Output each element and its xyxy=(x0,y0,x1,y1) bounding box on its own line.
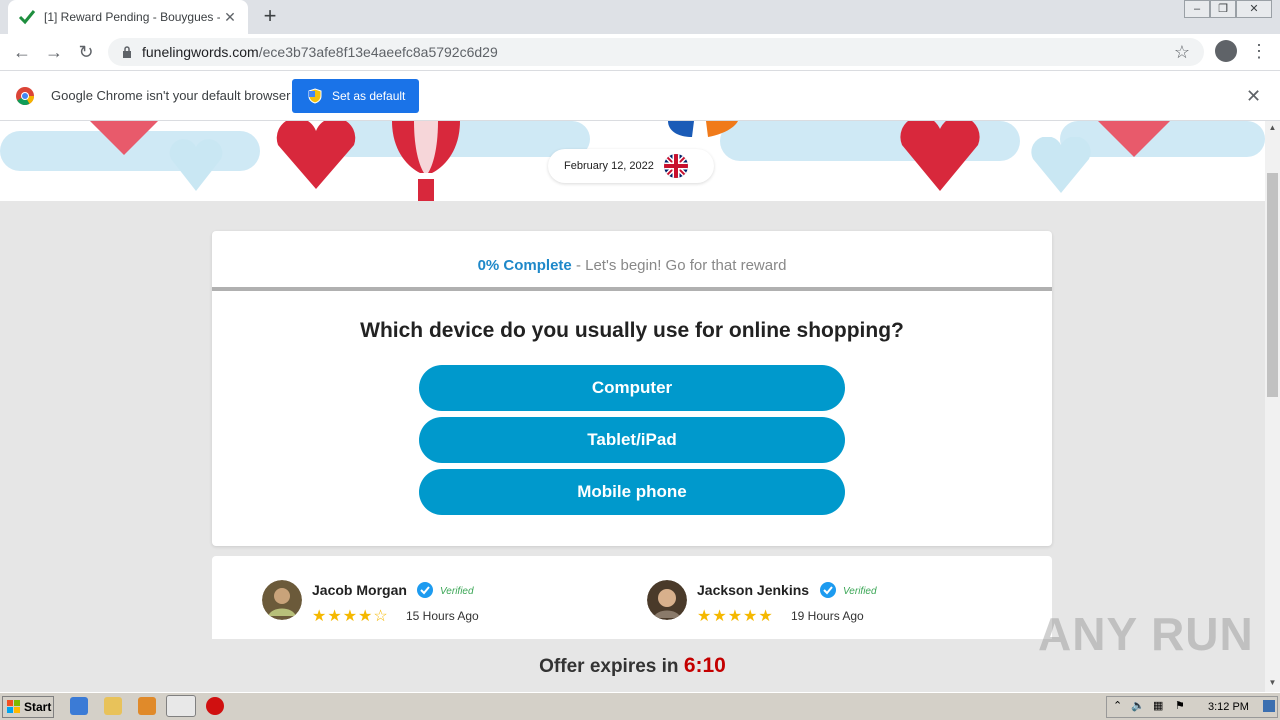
progress-header: 0% Complete - Let's begin! Go for that r… xyxy=(212,231,1052,289)
survey-card: 0% Complete - Let's begin! Go for that r… xyxy=(212,231,1052,546)
verified-label: Verified xyxy=(843,586,877,597)
date-pill: February 12, 2022 xyxy=(548,149,714,183)
media-player-icon[interactable] xyxy=(138,697,156,715)
chrome-logo-icon xyxy=(16,87,34,105)
progress-percent-label: 0% Complete xyxy=(477,257,572,274)
star-icon: ★ xyxy=(697,608,713,625)
url-path: /ece3b73afe8f13e4aeefc8a5792c6d29 xyxy=(258,44,498,60)
internet-explorer-icon[interactable] xyxy=(70,697,88,715)
infobar-text: Google Chrome isn't your default browser xyxy=(51,88,291,103)
window-close-icon[interactable]: ✕ xyxy=(1236,0,1272,18)
verified-badge-icon xyxy=(820,582,836,598)
scroll-down-icon[interactable]: ▼ xyxy=(1265,676,1280,690)
start-button[interactable]: Start xyxy=(2,696,54,718)
system-tray: ⌃ 🔈 ▦ ⚑ xyxy=(1106,696,1278,718)
scrollbar-thumb[interactable] xyxy=(1267,173,1278,397)
tab-close-icon[interactable]: ✕ xyxy=(222,9,238,26)
verified-badge-icon xyxy=(417,582,433,598)
warning-app-icon[interactable] xyxy=(206,697,224,715)
heart-icon xyxy=(90,121,158,155)
star-icon: ★ xyxy=(342,608,359,625)
tray-expand-icon[interactable]: ⌃ xyxy=(1113,699,1122,712)
review-time: 15 Hours Ago xyxy=(406,609,479,623)
scroll-up-icon[interactable]: ▲ xyxy=(1265,121,1280,135)
star-icon: ★ xyxy=(358,608,374,625)
back-icon[interactable]: ← xyxy=(10,40,34,64)
volume-icon[interactable]: 🔈 xyxy=(1131,699,1145,712)
survey-question: Which device do you usually use for onli… xyxy=(360,319,904,342)
star-icon: ★ xyxy=(712,608,728,625)
heart-icon xyxy=(276,121,356,189)
anyrun-watermark: ANY RUN xyxy=(1038,608,1254,660)
review-item: Jackson Jenkins Verified ★★★★★ 19 Hours … xyxy=(647,580,1007,626)
shield-icon xyxy=(308,88,322,104)
brand-logo-icon xyxy=(668,121,738,137)
avatar xyxy=(647,580,687,620)
bookmark-star-icon[interactable]: ☆ xyxy=(1174,42,1190,63)
star-rating: ★★★★☆ xyxy=(312,606,389,626)
windows-logo-icon xyxy=(7,700,20,713)
avatar xyxy=(262,580,302,620)
star-empty-icon: ☆ xyxy=(373,608,389,625)
reload-icon[interactable]: ↻ xyxy=(74,40,98,64)
url-domain: funelingwords.com xyxy=(142,44,259,60)
answer-computer-button[interactable]: Computer xyxy=(419,365,845,411)
address-bar[interactable]: funelingwords.com/ece3b73afe8f13e4aeefc8… xyxy=(108,38,1204,66)
new-tab-button[interactable]: + xyxy=(258,4,282,28)
infobar-close-icon[interactable]: ✕ xyxy=(1246,86,1261,107)
windows-taskbar: Start ⌃ 🔈 ▦ ⚑ 3:12 PM xyxy=(0,692,1280,720)
valentine-banner: February 12, 2022 xyxy=(0,121,1265,201)
browser-tab[interactable]: [1] Reward Pending - Bouygues - W ✕ xyxy=(8,0,248,34)
taskbar-clock: 3:12 PM xyxy=(1208,701,1249,713)
screen: [1] Reward Pending - Bouygues - W ✕ + – … xyxy=(0,0,1280,720)
star-icon: ★ xyxy=(743,608,759,625)
heart-icon xyxy=(1031,137,1091,193)
hot-air-balloon-icon xyxy=(392,121,460,201)
chrome-menu-icon[interactable]: ⋮ xyxy=(1250,40,1268,64)
restore-icon[interactable]: ❐ xyxy=(1210,0,1236,18)
star-icon: ★ xyxy=(312,608,328,625)
set-default-label: Set as default xyxy=(332,89,406,103)
url-text: funelingwords.com/ece3b73afe8f13e4aeefc8… xyxy=(142,44,498,60)
star-icon: ★ xyxy=(727,608,744,625)
lock-icon xyxy=(123,46,131,58)
reviewer-name: Jackson Jenkins xyxy=(697,582,810,598)
verified-label: Verified xyxy=(440,586,474,597)
profile-avatar-icon[interactable] xyxy=(1215,40,1237,62)
review-item: Jacob Morgan Verified ★★★★☆ 15 Hours Ago xyxy=(262,580,622,626)
browser-toolbar: ← → ↻ funelingwords.com/ece3b73afe8f13e4… xyxy=(0,34,1280,70)
answer-mobile-button[interactable]: Mobile phone xyxy=(419,469,845,515)
star-icon: ★ xyxy=(327,608,343,625)
set-default-button[interactable]: Set as default xyxy=(292,79,419,113)
progress-text: - Let's begin! Go for that reward xyxy=(571,257,787,274)
answer-tablet-button[interactable]: Tablet/iPad xyxy=(419,417,845,463)
reviewer-name: Jacob Morgan xyxy=(312,582,407,598)
star-rating: ★★★★★ xyxy=(697,606,774,626)
show-desktop-icon[interactable] xyxy=(1263,700,1275,712)
heart-icon xyxy=(900,121,980,191)
offer-label: Offer expires in xyxy=(539,656,684,677)
file-explorer-icon[interactable] xyxy=(104,697,122,715)
action-center-flag-icon[interactable]: ⚑ xyxy=(1175,699,1185,712)
tab-strip: [1] Reward Pending - Bouygues - W ✕ + – … xyxy=(0,0,1280,34)
heart-icon xyxy=(1098,121,1170,157)
heart-icon xyxy=(169,139,223,191)
page-scrollbar[interactable]: ▲ ▼ xyxy=(1265,121,1280,692)
review-time: 19 Hours Ago xyxy=(791,609,864,623)
chrome-taskbar-icon[interactable] xyxy=(166,695,196,717)
offer-timer: 6:10 xyxy=(683,654,726,677)
date-text: February 12, 2022 xyxy=(564,160,654,172)
start-label: Start xyxy=(24,700,52,714)
forward-icon[interactable]: → xyxy=(42,40,66,64)
star-icon: ★ xyxy=(758,608,774,625)
check-icon xyxy=(18,10,36,25)
progress-bar xyxy=(212,287,1052,291)
default-browser-infobar: Google Chrome isn't your default browser… xyxy=(0,70,1280,121)
network-icon[interactable]: ▦ xyxy=(1153,699,1163,712)
minimize-icon[interactable]: – xyxy=(1184,0,1210,18)
uk-flag-icon[interactable] xyxy=(663,154,688,178)
tab-title: [1] Reward Pending - Bouygues - W xyxy=(44,10,220,24)
page-viewport: February 12, 2022 0% Complete - Let's be… xyxy=(0,121,1265,692)
